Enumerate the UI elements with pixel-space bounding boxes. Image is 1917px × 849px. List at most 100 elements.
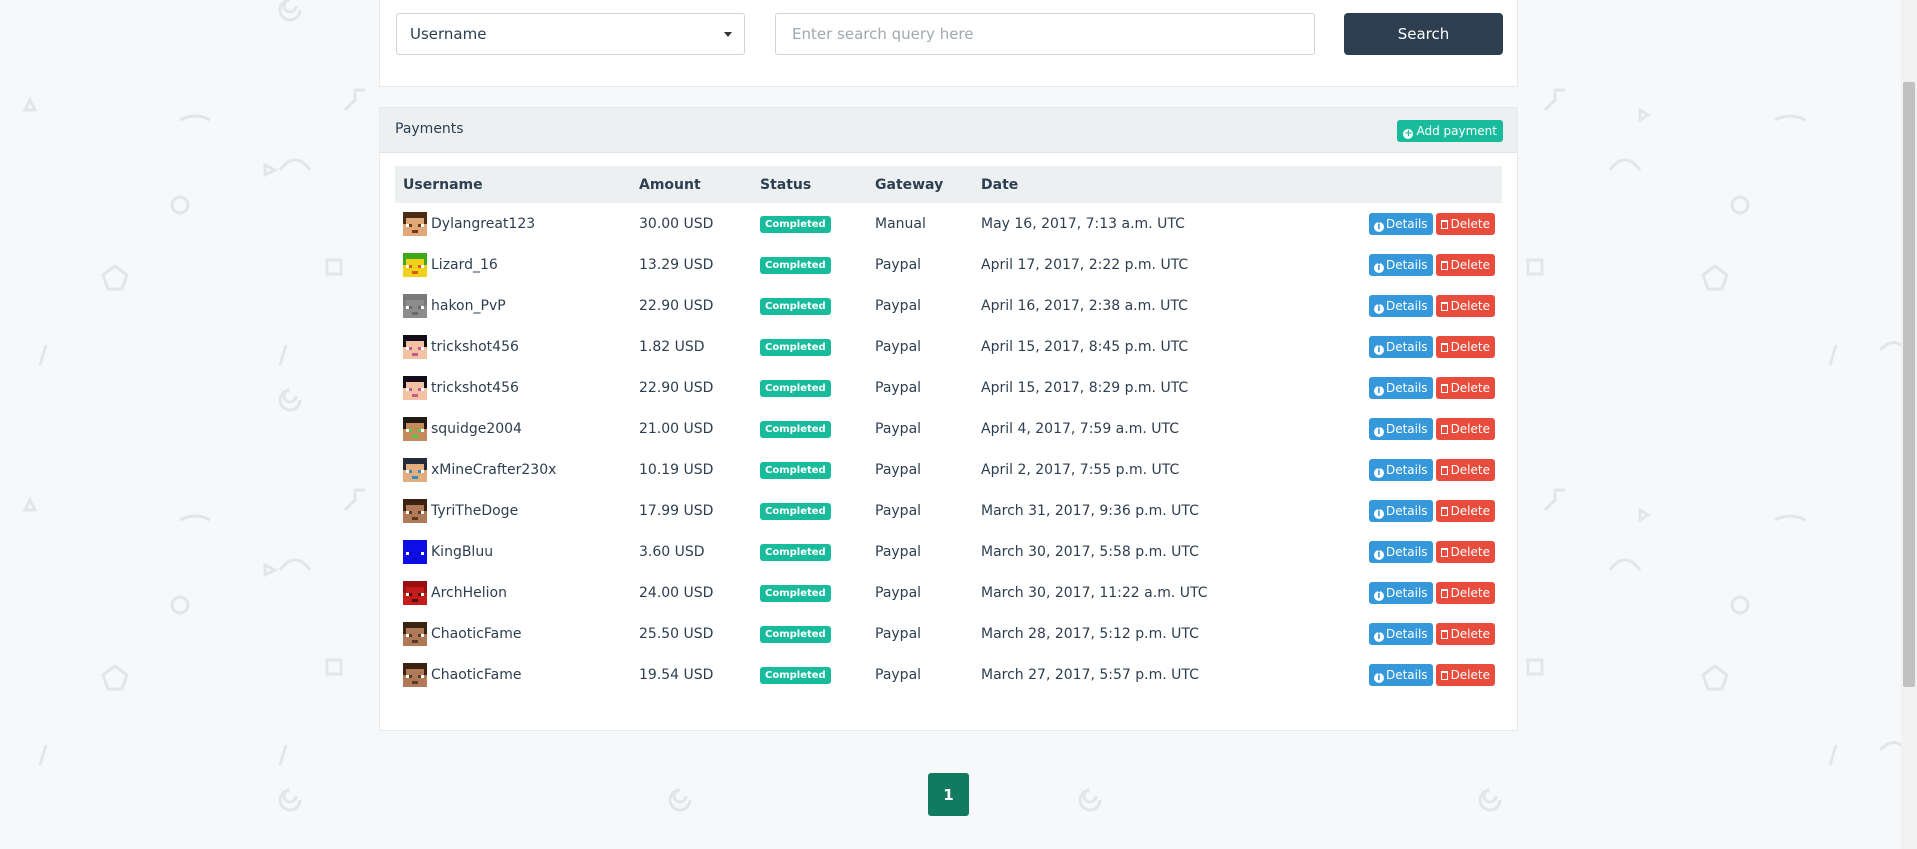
status-badge: Completed	[760, 502, 831, 520]
search-input[interactable]	[775, 13, 1315, 55]
delete-button[interactable]: Delete	[1435, 499, 1495, 522]
delete-button[interactable]: Delete	[1435, 417, 1495, 440]
cell-username: squidge2004	[395, 408, 631, 449]
username-link[interactable]: squidge2004	[431, 421, 522, 437]
cell-gateway: Paypal	[875, 666, 922, 683]
username-link[interactable]: hakon_PvP	[431, 298, 506, 314]
cell-gateway: Manual	[875, 215, 926, 232]
info-icon: i	[1373, 426, 1384, 437]
delete-button[interactable]: Delete	[1435, 294, 1495, 317]
delete-button[interactable]: Delete	[1435, 663, 1495, 686]
details-button[interactable]: i Details	[1368, 458, 1433, 481]
cell-amount: 22.90 USD	[639, 297, 714, 314]
details-label: Details	[1385, 667, 1428, 682]
details-button[interactable]: i Details	[1368, 294, 1433, 317]
username-link[interactable]: trickshot456	[431, 339, 519, 355]
cell-status: Completed	[752, 326, 867, 367]
user-cell: Lizard_16	[403, 252, 623, 277]
cell-amount: 25.50 USD	[639, 625, 714, 642]
user-cell: xMineCrafter230x	[403, 457, 623, 482]
cell-username: ChaoticFame	[395, 654, 631, 695]
username-link[interactable]: ArchHelion	[431, 585, 507, 601]
cell-gateway: Paypal	[875, 461, 922, 478]
username-link[interactable]: KingBluu	[431, 544, 493, 560]
cell-status: Completed	[752, 408, 867, 449]
search-field-select[interactable]: Username	[396, 13, 745, 55]
delete-label: Delete	[1450, 626, 1490, 641]
username-link[interactable]: ChaoticFame	[431, 667, 521, 683]
trash-icon	[1440, 383, 1448, 393]
cell-username: TyriTheDoge	[395, 490, 631, 531]
delete-label: Delete	[1450, 257, 1490, 272]
cell-gateway: Paypal	[875, 420, 922, 437]
username-link[interactable]: trickshot456	[431, 380, 519, 396]
details-label: Details	[1385, 298, 1428, 313]
details-button[interactable]: i Details	[1368, 663, 1433, 686]
payments-title: Payments	[395, 121, 464, 137]
username-link[interactable]: TyriTheDoge	[431, 503, 518, 519]
cell-actions: i Details Delete	[1289, 367, 1502, 408]
delete-button[interactable]: Delete	[1435, 253, 1495, 276]
trash-icon	[1440, 547, 1448, 557]
status-badge: Completed	[760, 666, 831, 684]
username-link[interactable]: Dylangreat123	[431, 216, 535, 232]
cell-status: Completed	[752, 449, 867, 490]
delete-button[interactable]: Delete	[1435, 622, 1495, 645]
table-row: Lizard_16 13.29 USD Completed Paypal Apr…	[395, 244, 1502, 285]
cell-date: April 15, 2017, 8:45 p.m. UTC	[981, 338, 1189, 355]
cell-status: Completed	[752, 490, 867, 531]
cell-date: May 16, 2017, 7:13 a.m. UTC	[981, 215, 1185, 232]
cell-status: Completed	[752, 613, 867, 654]
delete-button[interactable]: Delete	[1435, 335, 1495, 358]
username-link[interactable]: xMineCrafter230x	[431, 462, 556, 478]
cell-amount: 10.19 USD	[639, 461, 714, 478]
avatar-skin-squidge-icon	[403, 416, 427, 441]
details-button[interactable]: i Details	[1368, 622, 1433, 645]
cell-username: Lizard_16	[395, 244, 631, 285]
details-button[interactable]: i Details	[1368, 499, 1433, 522]
username-link[interactable]: ChaoticFame	[431, 626, 521, 642]
details-button[interactable]: i Details	[1368, 253, 1433, 276]
table-header-row: Username Amount Status Gateway Date	[395, 166, 1502, 203]
table-row: squidge2004 21.00 USD Completed Paypal A…	[395, 408, 1502, 449]
scrollbar[interactable]	[1901, 0, 1917, 849]
cell-status: Completed	[752, 572, 867, 613]
plus-icon: +	[1403, 128, 1414, 139]
cell-date: April 2, 2017, 7:55 p.m. UTC	[981, 461, 1180, 478]
table-row: ChaoticFame 19.54 USD Completed Paypal M…	[395, 654, 1502, 695]
search-button[interactable]: Search	[1344, 13, 1503, 55]
details-button[interactable]: i Details	[1368, 212, 1433, 235]
details-button[interactable]: i Details	[1368, 540, 1433, 563]
username-link[interactable]: Lizard_16	[431, 257, 498, 273]
delete-button[interactable]: Delete	[1435, 540, 1495, 563]
delete-button[interactable]: Delete	[1435, 212, 1495, 235]
info-icon: i	[1373, 672, 1384, 683]
details-button[interactable]: i Details	[1368, 417, 1433, 440]
cell-actions: i Details Delete	[1289, 449, 1502, 490]
cell-gateway: Paypal	[875, 297, 922, 314]
cell-actions: i Details Delete	[1289, 490, 1502, 531]
avatar-skin-steve-icon	[403, 621, 427, 646]
details-button[interactable]: i Details	[1368, 335, 1433, 358]
scrollbar-thumb[interactable]	[1903, 82, 1915, 687]
details-label: Details	[1385, 216, 1428, 231]
info-icon: i	[1373, 508, 1384, 519]
delete-button[interactable]: Delete	[1435, 581, 1495, 604]
cell-username: ChaoticFame	[395, 613, 631, 654]
search-field-selected-label: Username	[410, 25, 487, 43]
cell-amount: 30.00 USD	[639, 215, 714, 232]
details-label: Details	[1385, 257, 1428, 272]
column-header-gateway: Gateway	[875, 176, 944, 193]
cell-date: March 27, 2017, 5:57 p.m. UTC	[981, 666, 1199, 683]
status-badge: Completed	[760, 338, 831, 356]
delete-button[interactable]: Delete	[1435, 376, 1495, 399]
add-payment-button[interactable]: + Add payment	[1397, 120, 1503, 142]
details-label: Details	[1385, 503, 1428, 518]
delete-label: Delete	[1450, 339, 1490, 354]
chevron-down-icon	[724, 32, 732, 37]
cell-date: April 17, 2017, 2:22 p.m. UTC	[981, 256, 1189, 273]
details-button[interactable]: i Details	[1368, 376, 1433, 399]
pagination-page-1[interactable]: 1	[928, 773, 969, 816]
details-button[interactable]: i Details	[1368, 581, 1433, 604]
delete-button[interactable]: Delete	[1435, 458, 1495, 481]
